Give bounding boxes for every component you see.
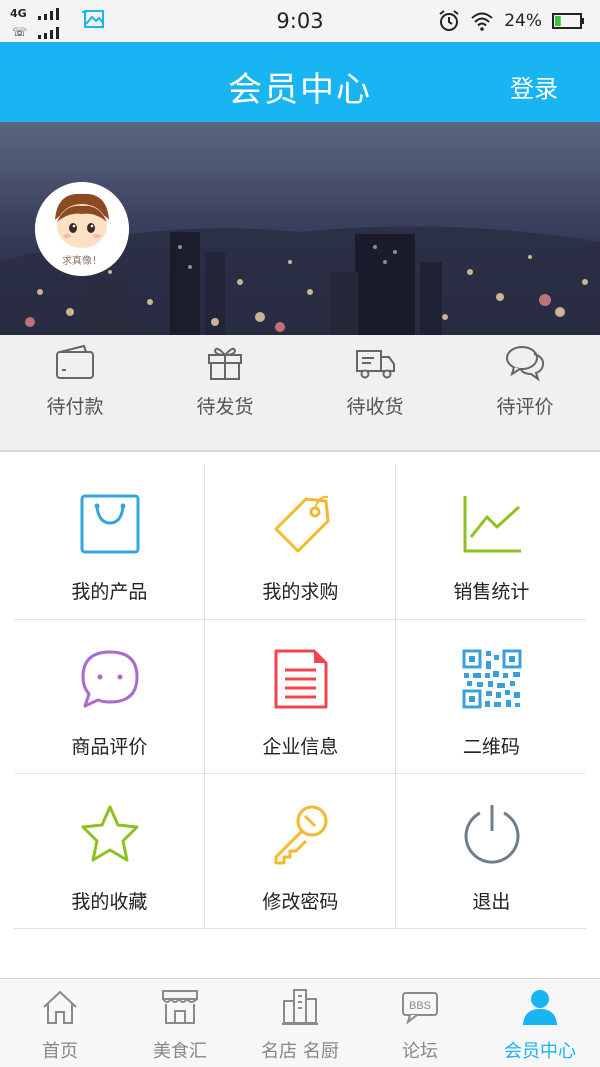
my-favorites-button[interactable]: 我的收藏	[14, 775, 205, 930]
document-icon	[274, 649, 328, 709]
login-button[interactable]: 登录	[510, 69, 558, 104]
tag-icon	[274, 495, 330, 553]
sales-statistics-button[interactable]: 销售统计	[396, 465, 587, 620]
order-status-row: 待付款 待发货 待收货 待评价	[0, 335, 600, 452]
alarm-icon	[439, 10, 459, 31]
order-pending-review[interactable]: 待评价	[450, 335, 600, 450]
product-reviews-button[interactable]: 商品评价	[14, 620, 205, 775]
line-chart-icon	[463, 496, 521, 553]
status-bar: 4G ☏ 9:03 24%	[0, 0, 600, 42]
function-label: 二维码	[462, 736, 520, 758]
nav-label: 美食汇	[153, 1041, 207, 1062]
battery-text: 24%	[504, 11, 542, 31]
qr-code-icon	[462, 649, 522, 709]
function-label: 销售统计	[453, 581, 530, 603]
truck-icon	[356, 350, 395, 379]
order-label: 待发货	[196, 396, 254, 418]
nav-item-famous-shops[interactable]: 名店 名厨	[240, 979, 360, 1067]
nav-label: 论坛	[402, 1041, 438, 1062]
avatar-caption: 求真像！	[62, 256, 102, 267]
buildings-icon	[282, 989, 318, 1025]
function-label: 我的产品	[71, 581, 148, 603]
avatar[interactable]: 求真像！	[35, 182, 129, 276]
app-header: 会员中心 登录	[0, 42, 600, 122]
function-label: 商品评价	[71, 736, 148, 758]
power-icon	[464, 805, 520, 864]
speech-bubble-icon	[81, 650, 139, 708]
svg-text:BBS: BBS	[409, 1000, 431, 1012]
nav-item-forum[interactable]: BBS 论坛	[360, 979, 480, 1067]
order-label: 待收货	[346, 396, 404, 418]
function-label: 我的收藏	[71, 891, 148, 913]
function-label: 我的求购	[262, 581, 339, 603]
order-pending-receipt[interactable]: 待收货	[300, 335, 450, 450]
my-products-button[interactable]: 我的产品	[14, 465, 205, 620]
gift-icon	[208, 347, 242, 380]
chat-bubbles-icon	[506, 346, 545, 381]
star-icon	[81, 805, 139, 862]
order-pending-payment[interactable]: 待付款	[0, 335, 150, 450]
logout-button[interactable]: 退出	[396, 775, 587, 930]
user-icon	[523, 990, 557, 1025]
profile-banner: 求真像！	[0, 122, 600, 335]
function-label: 企业信息	[262, 736, 339, 758]
key-icon	[274, 805, 328, 865]
nav-item-food[interactable]: 美食汇	[120, 979, 240, 1067]
nav-label: 首页	[42, 1041, 78, 1062]
function-grid: 我的产品 我的求购 销售统计 商品评价 企业信息 二维码 我的收藏 修改密码 退…	[14, 465, 586, 929]
qr-code-button[interactable]: 二维码	[396, 620, 587, 775]
bottom-nav: 首页 美食汇 名店 名厨 BBS 论坛 会员中心	[0, 978, 600, 1067]
shopping-bag-icon	[80, 494, 140, 554]
wallet-icon	[56, 344, 94, 379]
wifi-icon	[471, 12, 493, 31]
status-right: 24%	[438, 9, 586, 33]
order-label: 待付款	[46, 396, 104, 418]
nav-label: 会员中心	[504, 1041, 576, 1062]
bbs-icon: BBS	[402, 992, 438, 1025]
nav-label: 名店 名厨	[261, 1041, 339, 1062]
order-pending-shipment[interactable]: 待发货	[150, 335, 300, 450]
storefront-icon	[162, 990, 198, 1024]
order-label: 待评价	[496, 396, 554, 418]
my-purchase-requests-button[interactable]: 我的求购	[205, 465, 396, 620]
home-icon	[43, 990, 77, 1024]
function-label: 退出	[472, 891, 511, 913]
battery-icon	[552, 13, 584, 29]
change-password-button[interactable]: 修改密码	[205, 775, 396, 930]
nav-item-member-center[interactable]: 会员中心	[480, 979, 600, 1067]
function-label: 修改密码	[262, 891, 339, 913]
nav-item-home[interactable]: 首页	[0, 979, 120, 1067]
company-info-button[interactable]: 企业信息	[205, 620, 396, 775]
